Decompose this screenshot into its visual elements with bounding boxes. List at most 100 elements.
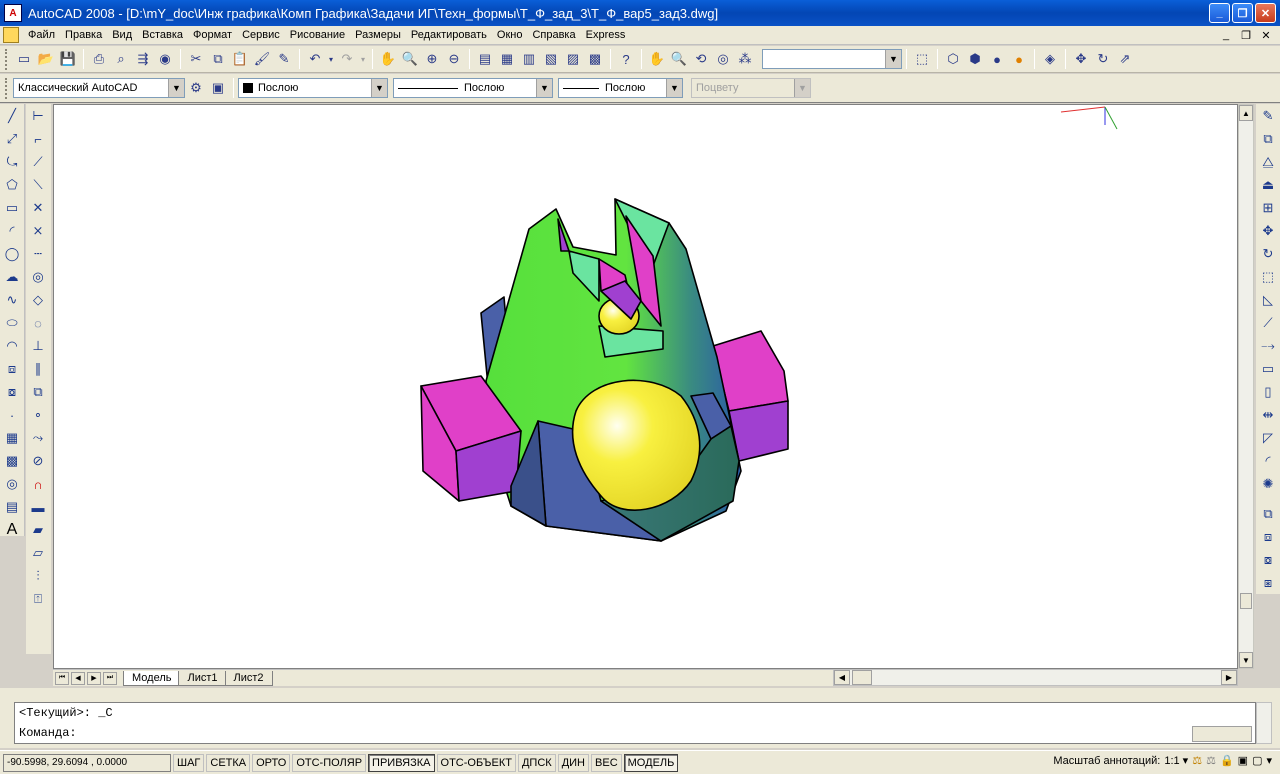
3d-dwf-icon[interactable]: ◉ (155, 49, 175, 69)
vertical-scroll-thumb[interactable] (1240, 593, 1252, 609)
3d-pan-icon[interactable]: ✋ (647, 49, 667, 69)
command-history[interactable]: <Текущий>: _C Команда: (14, 702, 1256, 744)
command-hscroll[interactable] (1192, 726, 1252, 742)
insert-snap-icon[interactable]: ⧉ (27, 381, 49, 403)
doc-close-button[interactable]: ✕ (1258, 28, 1274, 42)
chevron-down-icon[interactable]: ▼ (371, 79, 387, 97)
vertical-scrollbar[interactable]: ▲ ▼ (1238, 104, 1254, 669)
snap-toggle[interactable]: ШАГ (173, 753, 205, 772)
rectangle-icon[interactable]: ▭ (1, 197, 23, 219)
polygon-icon[interactable]: ⬠ (1, 174, 23, 196)
hatch-icon[interactable]: ▦ (1, 427, 23, 449)
doc-restore-button[interactable]: ❐ (1238, 28, 1254, 42)
linetype-combo[interactable]: Послою ▼ (393, 78, 553, 98)
tool-palettes-icon[interactable]: ▥ (519, 49, 539, 69)
region-icon[interactable]: ◎ (1, 473, 23, 495)
move-gizmo-icon[interactable]: ✥ (1071, 49, 1091, 69)
tab-layout2[interactable]: Лист2 (224, 670, 273, 686)
communication-center-icon[interactable]: ▣ (1238, 754, 1248, 767)
chamfer-icon[interactable]: ◸ (1257, 427, 1279, 449)
command-scrollbar[interactable] (1256, 702, 1272, 744)
grid-toggle[interactable]: СЕТКА (206, 753, 251, 772)
extend-icon[interactable]: ⟋ (27, 151, 49, 173)
next-tab-icon[interactable]: ▶ (87, 671, 101, 685)
copy-object-icon[interactable]: ⧉ (1257, 128, 1279, 150)
clean-screen-icon[interactable]: ▢ (1252, 754, 1262, 767)
auto-scale-icon[interactable]: ⚖ (1206, 754, 1216, 767)
node-snap-icon[interactable]: ∘ (27, 404, 49, 426)
draw-order-back-icon[interactable]: ⧈ (1257, 526, 1279, 548)
menu-tools[interactable]: Сервис (237, 26, 285, 45)
workspace-save-icon[interactable]: ▣ (208, 78, 228, 98)
trim-icon[interactable]: ✕ (27, 197, 49, 219)
dim-inspect-icon[interactable]: ⍐ (27, 588, 49, 610)
chevron-down-icon[interactable]: ▼ (168, 79, 184, 97)
chevron-down-icon[interactable]: ▼ (536, 79, 552, 97)
ducs-toggle[interactable]: ДПСК (517, 753, 556, 772)
ellipse-icon[interactable]: ⬭ (1, 312, 23, 334)
open-icon[interactable]: 📂 (36, 49, 56, 69)
plot-icon[interactable]: ⎙ (89, 49, 109, 69)
3d-hidden-icon[interactable]: ⬡ (943, 49, 963, 69)
ellipse-arc-icon[interactable]: ◠ (1, 335, 23, 357)
sheet-set-icon[interactable]: ▧ (541, 49, 561, 69)
mtext-icon[interactable]: A (1, 519, 23, 541)
dim-edit-icon[interactable]: ▱ (27, 542, 49, 564)
trim-right-icon[interactable]: ⟋ (1257, 312, 1279, 334)
prev-tab-icon[interactable]: ◀ (71, 671, 85, 685)
view-combo[interactable]: ▼ (762, 49, 902, 69)
save-icon[interactable]: 💾 (58, 49, 78, 69)
3d-wireframe-icon[interactable]: ⬢ (965, 49, 985, 69)
cut-icon[interactable]: ✂ (186, 49, 206, 69)
restore-button[interactable]: ❐ (1232, 3, 1253, 23)
zoom-window-icon[interactable]: ⊕ (422, 49, 442, 69)
menu-view[interactable]: Вид (107, 26, 137, 45)
minimize-button[interactable]: _ (1209, 3, 1230, 23)
dim-update-icon[interactable]: ▰ (27, 519, 49, 541)
nearest-snap-icon[interactable]: ⤳ (27, 427, 49, 449)
document-icon[interactable] (3, 27, 19, 43)
line-icon[interactable]: ╱ (1, 105, 23, 127)
dim-text-icon[interactable]: ⫶ (27, 565, 49, 587)
3d-orbit-icon[interactable]: ⟲ (691, 49, 711, 69)
undo-icon[interactable]: ↶ (305, 49, 325, 69)
erase-icon[interactable]: ✎ (1257, 105, 1279, 127)
menu-express[interactable]: Express (581, 26, 631, 45)
menu-modify[interactable]: Редактировать (406, 26, 492, 45)
paste-icon[interactable]: 📋 (230, 49, 250, 69)
menu-help[interactable]: Справка (527, 26, 580, 45)
none-snap-icon[interactable]: ⊘ (27, 450, 49, 472)
explode-icon[interactable]: ✺ (1257, 473, 1279, 495)
properties-icon[interactable]: ▤ (475, 49, 495, 69)
plot-preview-icon[interactable]: ⌕ (111, 49, 131, 69)
dimension-linear-icon[interactable]: ⊢ (27, 105, 49, 127)
break-right-icon[interactable]: ▯ (1257, 381, 1279, 403)
tab-model[interactable]: Модель (123, 670, 181, 686)
table-icon[interactable]: ▤ (1, 496, 23, 518)
tab-layout1[interactable]: Лист1 (178, 670, 227, 686)
conceptual-icon[interactable]: ● (1009, 49, 1029, 69)
rotate-gizmo-icon[interactable]: ↻ (1093, 49, 1113, 69)
close-button[interactable]: ✕ (1255, 3, 1276, 23)
horizontal-scroll-thumb[interactable] (852, 670, 872, 685)
make-block-icon[interactable]: ⧇ (1, 381, 23, 403)
tangent-snap-icon[interactable]: ◌ (27, 312, 49, 334)
publish-icon[interactable]: ⇶ (133, 49, 153, 69)
3d-zoom-icon[interactable]: 🔍 (669, 49, 689, 69)
scroll-down-icon[interactable]: ▼ (1239, 652, 1253, 668)
workspace-settings-icon[interactable]: ⚙ (186, 78, 206, 98)
scale-icon[interactable]: ⬚ (1257, 266, 1279, 288)
chevron-down-icon[interactable]: ▼ (885, 50, 901, 68)
command-prompt[interactable]: Команда: (15, 723, 1255, 743)
break-icon[interactable]: ⟍ (27, 174, 49, 196)
menu-format[interactable]: Формат (188, 26, 237, 45)
send-under-icon[interactable]: ⧆ (1257, 572, 1279, 594)
ortho-toggle[interactable]: ОРТО (252, 753, 291, 772)
gradient-icon[interactable]: ▩ (1, 450, 23, 472)
pan-realtime-icon[interactable]: ✋ (378, 49, 398, 69)
lineweight-combo[interactable]: Послою ▼ (558, 78, 683, 98)
undo-dropdown-icon[interactable]: ▾ (327, 49, 335, 69)
dyn-toggle[interactable]: ДИН (557, 753, 590, 772)
menu-window[interactable]: Окно (492, 26, 528, 45)
mirror-icon[interactable]: ⧋ (1257, 151, 1279, 173)
